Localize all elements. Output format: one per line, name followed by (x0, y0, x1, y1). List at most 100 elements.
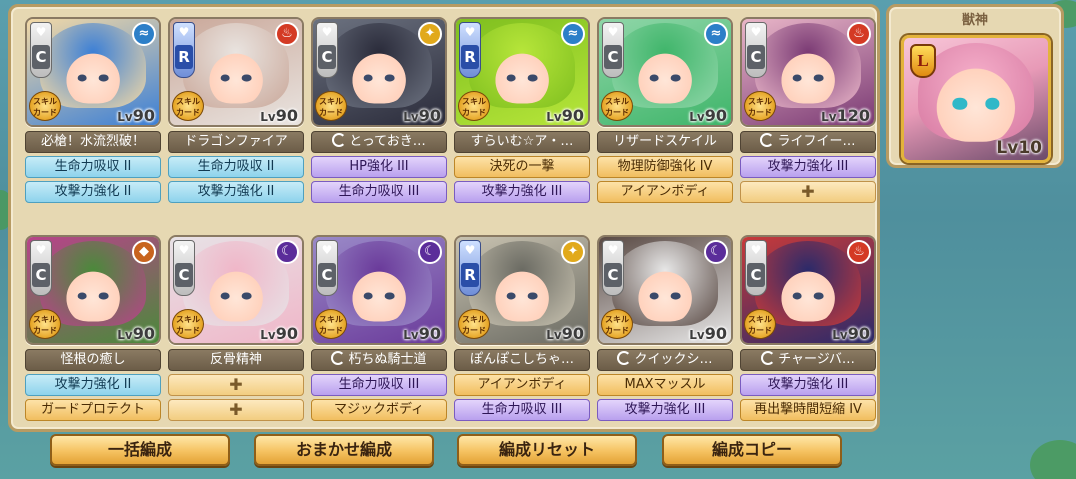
unit-skill-name[interactable]: 怪根の癒し (25, 349, 161, 371)
empty-skill-slot[interactable]: ✚ (740, 181, 876, 203)
skill-slot[interactable]: 生命力吸収 III (311, 374, 447, 396)
unit-skill-name[interactable]: とっておき… (311, 131, 447, 153)
rarity-badge: ♥ C (602, 22, 624, 78)
skill-card-badge: スキルカード (172, 91, 204, 121)
unit-slot: ♥ R ♨ スキルカード Lv90 ドラゴンファイア 生命力吸収 II 攻撃力強化… (168, 17, 304, 203)
unit-skill-name[interactable]: ドラゴンファイア (168, 131, 304, 153)
skill-slot[interactable]: 攻撃力強化 III (454, 181, 590, 203)
skill-slot[interactable]: 攻撃力強化 III (597, 399, 733, 421)
skill-card-badge: スキルカード (458, 309, 490, 339)
heart-icon: ♥ (35, 25, 47, 39)
heart-icon: ♥ (178, 243, 190, 257)
rarity-badge: ♥ R (459, 240, 481, 296)
water-element-icon: ≈ (132, 22, 156, 46)
rarity-badge: ♥ C (745, 22, 767, 78)
skill-slot[interactable]: 物理防御強化 IV (597, 156, 733, 178)
unit-slot: ♥ C ☾ スキルカード Lv90 反骨精神 ✚ ✚ (168, 235, 304, 421)
skill-card-badge: スキルカード (601, 309, 633, 339)
unit-skill-name[interactable]: リザードスケイル (597, 131, 733, 153)
rarity-badge: ♥ C (316, 22, 338, 78)
unit-slot: ♥ C ✦ スキルカード Lv90 とっておき… HP強化 III 生命力吸収 I… (311, 17, 447, 203)
fire-element-icon: ♨ (847, 22, 871, 46)
empty-skill-slot[interactable]: ✚ (168, 399, 304, 421)
unit-skill-name[interactable]: クイックシ… (597, 349, 733, 371)
unit-level: Lv90 (689, 324, 727, 343)
unit-skill-name[interactable]: すらいむ☆ア・… (454, 131, 590, 153)
unit-card[interactable]: ♥ C ✦ スキルカード Lv90 (311, 17, 447, 127)
heart-icon: ♥ (464, 25, 476, 39)
unit-card[interactable]: ♥ C ☾ スキルカード Lv90 (168, 235, 304, 345)
unit-card[interactable]: ♥ C ♨ スキルカード Lv120 (740, 17, 876, 127)
unit-level: Lv90 (403, 324, 441, 343)
unit-skill-name[interactable]: ライフイー… (740, 131, 876, 153)
unit-slot: ♥ C ≈ スキルカード Lv90 リザードスケイル 物理防御強化 IV アイアン… (597, 17, 733, 203)
unit-card[interactable]: ♥ R ≈ スキルカード Lv90 (454, 17, 590, 127)
bulk-formation-button[interactable]: 一括編成 (50, 434, 230, 466)
unit-skill-name[interactable]: ぽんぽこしちゃ… (454, 349, 590, 371)
rarity-badge: ♥ C (602, 240, 624, 296)
unit-skill-name[interactable]: 朽ちぬ騎士道 (311, 349, 447, 371)
skill-card-badge: スキルカード (172, 309, 204, 339)
light-element-icon: ✦ (418, 22, 442, 46)
fire-element-icon: ♨ (847, 240, 871, 264)
unit-skill-name[interactable]: 反骨精神 (168, 349, 304, 371)
beast-face (931, 61, 1021, 142)
unit-card[interactable]: ♥ C ≈ スキルカード Lv90 (25, 17, 161, 127)
heart-icon: ♥ (607, 243, 619, 257)
skill-slot[interactable]: 決死の一撃 (454, 156, 590, 178)
reset-formation-button[interactable]: 編成リセット (457, 434, 637, 466)
heart-icon: ♥ (607, 25, 619, 39)
copy-formation-button[interactable]: 編成コピー (662, 434, 842, 466)
unit-level: Lv90 (546, 106, 584, 125)
unit-card[interactable]: ♥ C ≈ スキルカード Lv90 (597, 17, 733, 127)
heart-icon: ♥ (750, 25, 762, 39)
refresh-icon (617, 351, 632, 365)
skill-slot[interactable]: 再出撃時間短縮 IV (740, 399, 876, 421)
skill-slot[interactable]: 攻撃力強化 III (740, 374, 876, 396)
unit-slot: ♥ C ☾ スキルカード Lv90 朽ちぬ騎士道 生命力吸収 III マジックボデ… (311, 235, 447, 421)
rarity-badge: ♥ C (30, 22, 52, 78)
skill-slot[interactable]: 生命力吸収 II (168, 156, 304, 178)
unit-slot: ♥ C ♨ スキルカード Lv90 チャージバ… 攻撃力強化 III 再出撃時間短… (740, 235, 876, 421)
unit-card[interactable]: ♥ C ☾ スキルカード Lv90 (311, 235, 447, 345)
unit-level: Lv90 (832, 324, 870, 343)
dark-element-icon: ☾ (418, 240, 442, 264)
unit-skill-name[interactable]: 必槍！水流烈破！ (25, 131, 161, 153)
skill-slot[interactable]: 生命力吸収 III (311, 181, 447, 203)
heart-icon: ♥ (178, 25, 190, 39)
refresh-icon (331, 351, 346, 365)
unit-card[interactable]: ♥ R ✦ スキルカード Lv90 (454, 235, 590, 345)
water-element-icon: ≈ (704, 22, 728, 46)
unit-level: Lv120 (821, 106, 870, 125)
skill-slot[interactable]: アイアンボディ (454, 374, 590, 396)
skill-slot[interactable]: 攻撃力強化 II (25, 181, 161, 203)
unit-card[interactable]: ♥ C ♨ スキルカード Lv90 (740, 235, 876, 345)
fire-element-icon: ♨ (275, 22, 299, 46)
skill-slot[interactable]: 攻撃力強化 II (168, 181, 304, 203)
rarity-badge: ♥ C (173, 240, 195, 296)
unit-card[interactable]: ♥ C ◆ スキルカード Lv90 (25, 235, 161, 345)
unit-skill-name[interactable]: チャージバ… (740, 349, 876, 371)
auto-formation-button[interactable]: おまかせ編成 (254, 434, 434, 466)
unit-card[interactable]: ♥ R ♨ スキルカード Lv90 (168, 17, 304, 127)
beast-god-card[interactable]: L Lv10 (901, 35, 1051, 163)
skill-slot[interactable]: アイアンボディ (597, 181, 733, 203)
unit-card[interactable]: ♥ C ☾ スキルカード Lv90 (597, 235, 733, 345)
empty-skill-slot[interactable]: ✚ (168, 374, 304, 396)
skill-card-badge: スキルカード (315, 309, 347, 339)
skill-slot[interactable]: ガードプロテクト (25, 399, 161, 421)
unit-level: Lv90 (260, 106, 298, 125)
beast-god-panel: 獣神 L Lv10 (886, 4, 1064, 168)
unit-level: Lv90 (689, 106, 727, 125)
skill-card-badge: スキルカード (315, 91, 347, 121)
skill-slot[interactable]: 生命力吸収 III (454, 399, 590, 421)
skill-slot[interactable]: HP強化 III (311, 156, 447, 178)
skill-slot[interactable]: 生命力吸収 II (25, 156, 161, 178)
skill-slot[interactable]: 攻撃力強化 II (25, 374, 161, 396)
add-icon: ✚ (229, 375, 243, 394)
skill-slot[interactable]: マジックボディ (311, 399, 447, 421)
skill-slot[interactable]: 攻撃力強化 III (740, 156, 876, 178)
skill-slot[interactable]: MAXマッスル (597, 374, 733, 396)
rarity-badge: ♥ C (316, 240, 338, 296)
unit-level: Lv90 (117, 106, 155, 125)
